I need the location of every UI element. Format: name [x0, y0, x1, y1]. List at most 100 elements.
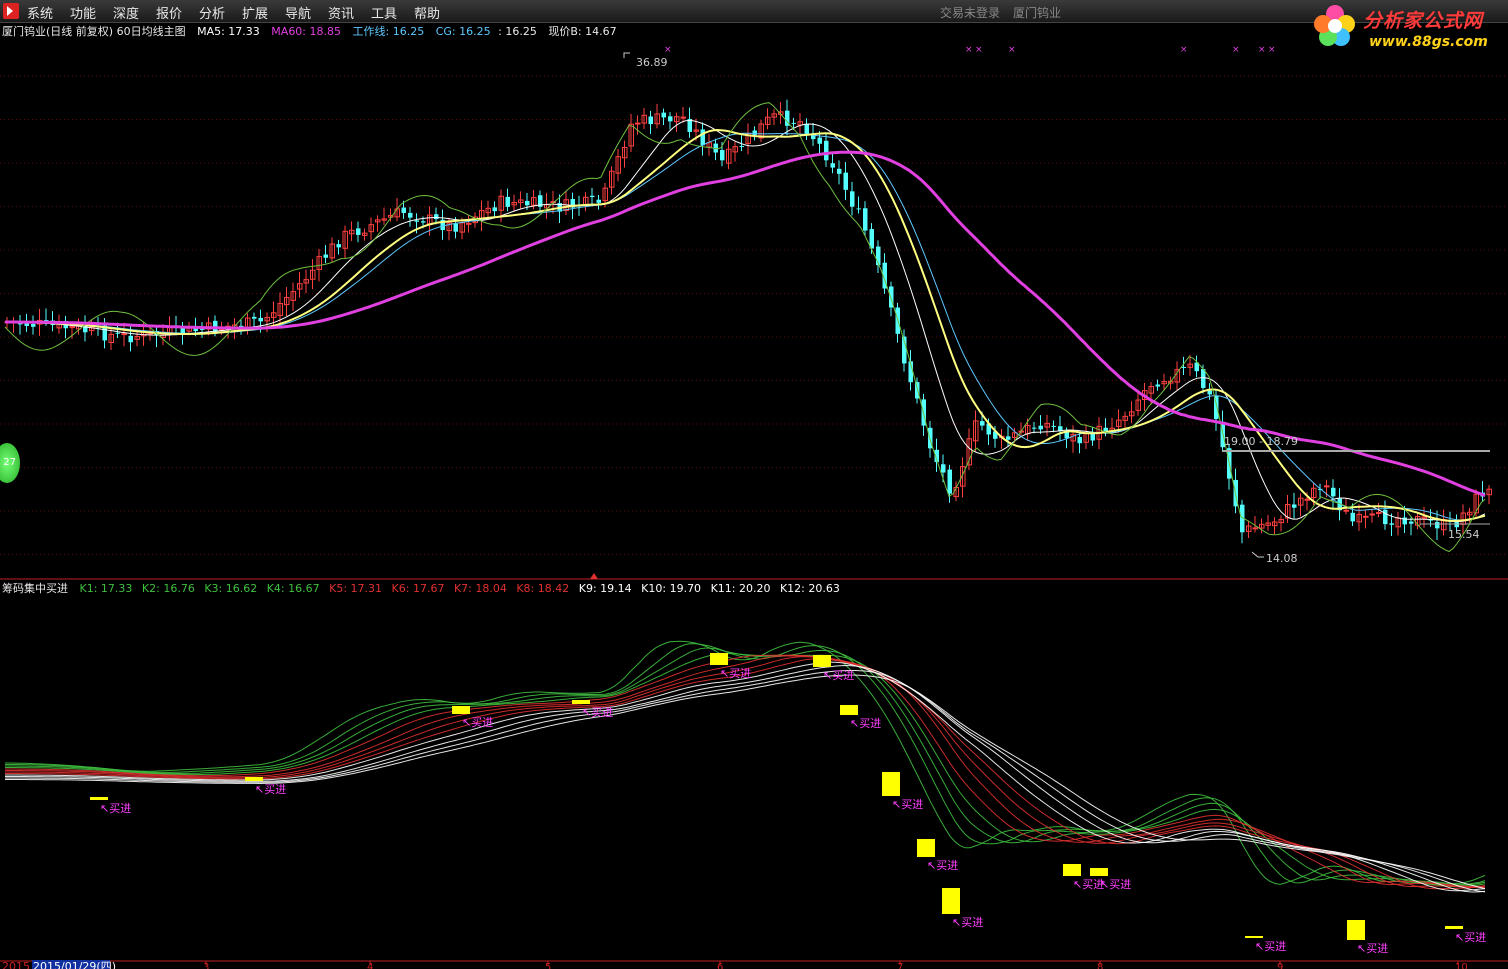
buy-signal-bar — [710, 653, 728, 665]
k11-value: K11: 20.20 — [711, 582, 771, 595]
candle-body — [69, 326, 75, 329]
candle-body — [336, 244, 341, 248]
candle-body — [590, 195, 595, 198]
candle-body — [941, 464, 946, 473]
candle-body — [1350, 512, 1355, 522]
candle-body — [850, 191, 855, 207]
top-x-mark: × — [1258, 45, 1266, 55]
candle-body — [421, 221, 426, 223]
main-lines — [4, 102, 1486, 553]
k1-value: K1: 17.33 — [80, 582, 133, 595]
candle-body — [434, 214, 439, 220]
candle-body — [1201, 369, 1206, 388]
indicator-title: 筹码集中买进 — [2, 581, 68, 595]
candle-body — [720, 150, 725, 161]
top-x-mark: × — [1008, 45, 1016, 55]
candle-body — [804, 124, 809, 135]
candle-body — [824, 140, 829, 161]
candle-body — [1409, 521, 1414, 524]
candle-body — [1292, 504, 1297, 508]
menu-bar: 系统 功能 深度 报价 分析 扩展 导航 资讯 工具 帮助 交易未登录 厦门钨业 — [0, 0, 1508, 23]
candlesticks — [4, 99, 1492, 544]
k8-value: K8: 18.42 — [516, 582, 569, 595]
low-label: 14.08 — [1266, 552, 1298, 565]
candle-body — [525, 200, 530, 206]
x-tick-label: 4 — [367, 962, 373, 969]
menu-item-depth[interactable]: 深度 — [113, 3, 139, 22]
candle-body — [505, 196, 510, 207]
candle-body — [1376, 512, 1382, 515]
candle-body — [128, 335, 133, 343]
buy-signal-bar — [90, 797, 108, 800]
candle-body — [453, 223, 458, 232]
candle-body — [1389, 523, 1394, 525]
buy-signal-bar — [452, 706, 470, 714]
candle-body — [1155, 384, 1160, 387]
candle-body — [1435, 522, 1440, 529]
candle-body — [1077, 436, 1082, 444]
cg-value: CG: 16.25 — [436, 25, 491, 38]
candle-body — [947, 469, 952, 494]
x-tick-label: 9 — [1277, 962, 1283, 969]
candle-body — [739, 146, 744, 148]
buy-signal-bar — [813, 655, 831, 667]
buy-signal-bar — [1245, 936, 1263, 938]
buy-signal-bar — [1347, 920, 1365, 940]
candle-body — [414, 220, 419, 222]
top-x-mark: × — [664, 45, 672, 55]
buy-signal-bar — [840, 705, 858, 715]
buy-signal-label: ↖买进 — [823, 669, 854, 682]
buy-signal-label: ↖买进 — [1455, 931, 1486, 944]
menu-item-system[interactable]: 系统 — [27, 3, 53, 22]
main-grid — [0, 75, 1508, 555]
top-x-mark: × — [975, 45, 983, 55]
candle-body — [648, 116, 653, 125]
candle-body — [980, 421, 985, 426]
menu-item-tools[interactable]: 工具 — [371, 3, 397, 22]
candle-body — [115, 332, 120, 334]
menu-item-news[interactable]: 资讯 — [328, 3, 354, 22]
candle-body — [1051, 425, 1056, 427]
app-logo-icon[interactable] — [3, 3, 19, 19]
candle-body — [1090, 433, 1095, 441]
menu-item-analysis[interactable]: 分析 — [199, 3, 225, 22]
buy-signal-label: ↖买进 — [1357, 942, 1388, 955]
candle-body — [1383, 509, 1388, 525]
x-axis-year: 2015 — [2, 960, 30, 969]
stock-chart[interactable]: 厦门钨业(日线 前复权) 60日均线主图 MA5: 17.33 MA60: 18… — [0, 22, 1508, 969]
right-price-label: 15.54 — [1448, 528, 1480, 541]
work-line-value: 工作线: 16.25 — [353, 24, 425, 38]
buy-signal-label: ↖买进 — [582, 706, 613, 719]
menu-item-help[interactable]: 帮助 — [414, 3, 440, 22]
candle-body — [837, 168, 842, 174]
cg-extra-value: : 16.25 — [498, 25, 537, 38]
indicator-header: 筹码集中买进 K1: 17.33 K2: 16.76 K3: 16.62 K4:… — [2, 581, 840, 595]
candle-body — [668, 116, 673, 122]
menu-item-navigate[interactable]: 导航 — [285, 3, 311, 22]
candle-body — [1103, 427, 1108, 432]
buy-signal-label: ↖买进 — [892, 798, 923, 811]
candle-body — [356, 228, 361, 235]
top-x-mark: × — [965, 45, 973, 55]
x-tick-label: 3 — [203, 962, 209, 969]
panel-splitter-handle[interactable] — [590, 573, 598, 579]
candle-body — [863, 208, 868, 231]
menu-item-quote[interactable]: 报价 — [156, 3, 182, 22]
k-band-line — [5, 652, 1486, 888]
buy-signals: ↖买进 ↖买进 ↖买进 ↖买进 ↖买进 ↖买进 ↖买进 ↖买进 ↖买进 ↖买进 ↖买进 ↖买进 ↖买进 ↖… — [90, 653, 1486, 955]
buy-signal-label: ↖买进 — [850, 717, 881, 730]
top-marks: × × × × × × × × — [664, 45, 1276, 55]
k9-value: K9: 19.14 — [579, 582, 632, 595]
candle-body — [1064, 432, 1069, 439]
candle-body — [1252, 527, 1258, 530]
ma60-value: MA60: 18.85 — [271, 25, 341, 38]
k4-value: K4: 16.67 — [267, 582, 320, 595]
candle-body — [492, 207, 497, 212]
ma5-line — [5, 119, 1486, 523]
stock-name-title: 厦门钨业 — [1013, 6, 1062, 20]
menu-item-extend[interactable]: 扩展 — [242, 3, 268, 22]
candle-body — [843, 172, 848, 190]
candle-body — [1038, 425, 1043, 430]
candle-body — [121, 333, 127, 336]
menu-item-function[interactable]: 功能 — [70, 3, 96, 22]
